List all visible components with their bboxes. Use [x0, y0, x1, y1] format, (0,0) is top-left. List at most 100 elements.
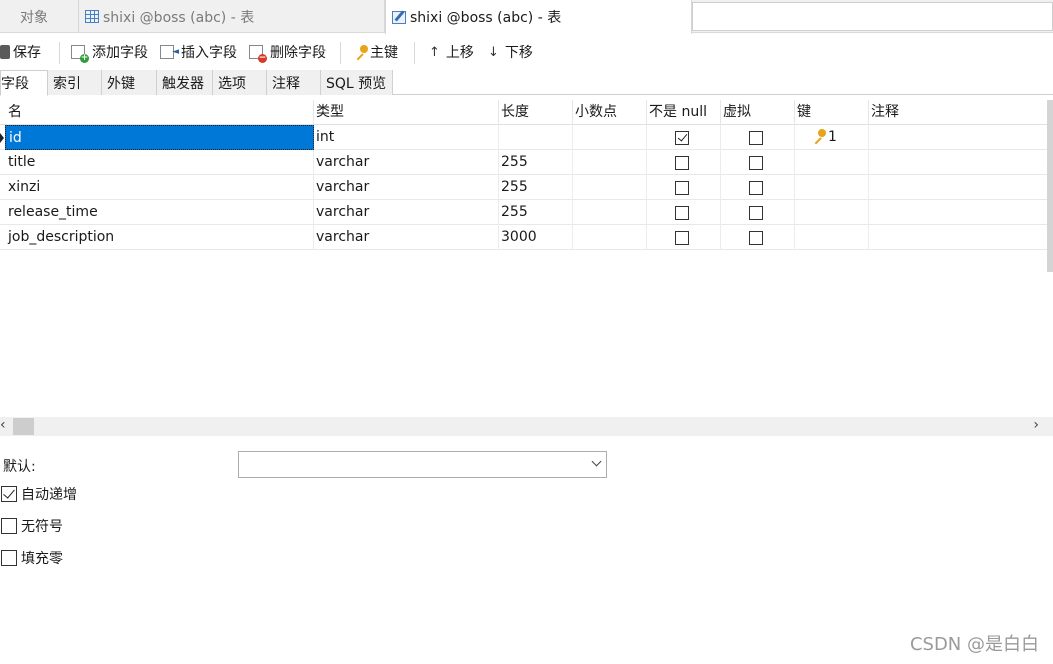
column-header-not-null[interactable]: 不是 null — [646, 100, 721, 125]
column-header-length[interactable]: 长度 — [498, 100, 573, 125]
tab-objects[interactable]: 对象 — [0, 0, 79, 33]
cell-not-null[interactable] — [646, 175, 721, 200]
zerofill-checkbox[interactable] — [1, 550, 17, 566]
cell-not-null[interactable] — [646, 200, 721, 225]
cell-type[interactable]: varchar — [313, 225, 499, 250]
design-subtabs: 字段 索引 外键 触发器 选项 注释 SQL 预览 — [0, 70, 1053, 96]
cell-type[interactable]: int — [313, 125, 499, 150]
cell-comment[interactable] — [868, 125, 1049, 150]
cell-name[interactable]: job_description — [5, 225, 314, 250]
cell-decimals[interactable] — [572, 125, 647, 150]
save-button[interactable]: 保存 — [0, 42, 41, 62]
virtual-checkbox[interactable] — [749, 206, 763, 220]
cell-length[interactable] — [498, 125, 573, 150]
cell-name[interactable]: xinzi — [5, 175, 314, 200]
add-field-button[interactable]: 添加字段 — [71, 42, 148, 63]
cell-comment[interactable] — [868, 175, 1049, 200]
auto-increment-checkbox[interactable] — [1, 486, 17, 502]
cell-decimals[interactable] — [572, 175, 647, 200]
virtual-checkbox[interactable] — [749, 131, 763, 145]
scroll-thumb[interactable] — [13, 418, 34, 435]
cell-decimals[interactable] — [572, 150, 647, 175]
tab-objects-label: 对象 — [20, 9, 48, 26]
insert-field-button[interactable]: 插入字段 — [160, 42, 237, 62]
tab-table-view[interactable]: shixi @boss (abc) - 表 — [79, 0, 385, 33]
table-row[interactable]: release_time varchar 255 — [0, 200, 1049, 225]
column-header-key[interactable]: 键 — [794, 100, 869, 125]
auto-increment-option[interactable]: 自动递增 — [1, 484, 77, 504]
move-down-label: 下移 — [504, 45, 533, 61]
cell-key[interactable] — [794, 175, 869, 200]
virtual-checkbox[interactable] — [749, 231, 763, 245]
cell-virtual[interactable] — [720, 225, 795, 250]
cell-comment[interactable] — [868, 225, 1049, 250]
cell-name[interactable]: title — [5, 150, 314, 175]
column-header-decimals[interactable]: 小数点 — [572, 100, 647, 125]
cell-decimals[interactable] — [572, 225, 647, 250]
column-header-comment[interactable]: 注释 — [868, 100, 1049, 125]
unsigned-option[interactable]: 无符号 — [1, 516, 63, 536]
subtab-fields[interactable]: 字段 — [0, 70, 48, 96]
table-edit-icon — [392, 10, 406, 24]
cell-not-null[interactable] — [646, 225, 721, 250]
not-null-checkbox[interactable] — [675, 181, 689, 195]
scroll-right-icon[interactable]: › — [1033, 417, 1039, 433]
delete-field-icon — [249, 45, 267, 63]
table-row[interactable]: job_description varchar 3000 — [0, 225, 1049, 250]
not-null-checkbox[interactable] — [675, 156, 689, 170]
delete-field-button[interactable]: 删除字段 — [249, 42, 326, 63]
cell-key[interactable]: 1 — [794, 125, 869, 150]
not-null-checkbox[interactable] — [675, 131, 689, 145]
not-null-checkbox[interactable] — [675, 206, 689, 220]
cell-name[interactable]: id — [5, 125, 314, 150]
cell-decimals[interactable] — [572, 200, 647, 225]
cell-key[interactable] — [794, 200, 869, 225]
cell-length[interactable]: 255 — [498, 150, 573, 175]
cell-virtual[interactable] — [720, 125, 795, 150]
cell-virtual[interactable] — [720, 200, 795, 225]
subtab-options[interactable]: 选项 — [213, 70, 267, 95]
primary-key-button[interactable]: 主键 — [354, 42, 398, 62]
cell-comment[interactable] — [868, 150, 1049, 175]
cell-key[interactable] — [794, 225, 869, 250]
tab-table-design[interactable]: shixi @boss (abc) - 表 — [385, 0, 692, 34]
save-icon — [0, 45, 10, 59]
virtual-checkbox[interactable] — [749, 156, 763, 170]
virtual-checkbox[interactable] — [749, 181, 763, 195]
cell-name[interactable]: release_time — [5, 200, 314, 225]
column-header-virtual[interactable]: 虚拟 — [720, 100, 795, 125]
not-null-checkbox[interactable] — [675, 231, 689, 245]
cell-type[interactable]: varchar — [313, 150, 499, 175]
table-row[interactable]: xinzi varchar 255 — [0, 175, 1049, 200]
zerofill-option[interactable]: 填充零 — [1, 548, 63, 568]
default-value-select[interactable] — [238, 451, 607, 478]
subtab-foreign-keys[interactable]: 外键 — [102, 70, 157, 95]
cell-length[interactable]: 255 — [498, 175, 573, 200]
column-header-type[interactable]: 类型 — [313, 100, 499, 125]
cell-length[interactable]: 255 — [498, 200, 573, 225]
cell-not-null[interactable] — [646, 150, 721, 175]
scroll-left-icon[interactable]: ‹ — [0, 417, 6, 433]
cell-virtual[interactable] — [720, 150, 795, 175]
cell-key[interactable] — [794, 150, 869, 175]
subtab-indexes[interactable]: 索引 — [48, 70, 102, 95]
cell-length[interactable]: 3000 — [498, 225, 573, 250]
fields-grid: 名 类型 长度 小数点 不是 null 虚拟 键 注释 id int 1 title v… — [0, 100, 1049, 417]
grid-vertical-scrollbar[interactable] — [1047, 100, 1053, 272]
cell-type[interactable]: varchar — [313, 200, 499, 225]
unsigned-checkbox[interactable] — [1, 518, 17, 534]
subtab-comment[interactable]: 注释 — [267, 70, 321, 95]
grid-horizontal-scrollbar[interactable]: ‹ › — [0, 417, 1053, 436]
column-header-name[interactable]: 名 — [5, 100, 314, 125]
cell-comment[interactable] — [868, 200, 1049, 225]
cell-not-null[interactable] — [646, 125, 721, 150]
tab-bar-search-field[interactable] — [692, 2, 1053, 31]
subtab-sql-preview[interactable]: SQL 预览 — [321, 70, 393, 95]
table-row[interactable]: id int 1 — [0, 125, 1049, 150]
cell-type[interactable]: varchar — [313, 175, 499, 200]
move-up-button[interactable]: ↑ 上移 — [429, 42, 474, 62]
move-down-button[interactable]: ↓ 下移 — [488, 42, 533, 62]
table-row[interactable]: title varchar 255 — [0, 150, 1049, 175]
cell-virtual[interactable] — [720, 175, 795, 200]
subtab-triggers[interactable]: 触发器 — [157, 70, 213, 95]
